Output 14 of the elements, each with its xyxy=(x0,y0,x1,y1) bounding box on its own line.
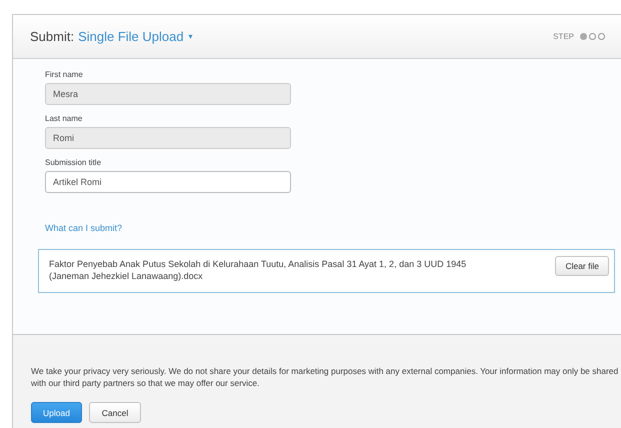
help-link[interactable]: What can I submit? xyxy=(45,223,122,233)
caret-icon[interactable]: ▾ xyxy=(188,32,193,41)
clear-file-button[interactable]: Clear file xyxy=(555,256,609,276)
file-name: Faktor Penyebab Anak Putus Sekolah di Kelurahaan Tuutu, Analisis Pasal 31 Ayat 1, 2, dan 3 UUD 1945 (Janeman Jehezkiel Lanawaang).docx xyxy=(49,258,468,282)
submission-type-dropdown[interactable]: Single File Upload xyxy=(78,29,184,44)
upload-button[interactable]: Upload xyxy=(31,402,82,423)
field-label: Last name xyxy=(45,114,82,123)
step-label: STEP xyxy=(553,32,574,41)
privacy-notice: We take your privacy very seriously. We do not share your details for marketing purposes with any external companies. Your information may only be shared with our third party partners so that we may offer our service. xyxy=(31,365,620,389)
text-field[interactable]: Artikel Romi xyxy=(45,171,291,193)
submit-label: Submit: xyxy=(30,29,74,44)
field-label: Submission title xyxy=(45,158,102,167)
field-label: First name xyxy=(45,70,83,79)
cancel-button[interactable]: Cancel xyxy=(89,402,141,423)
